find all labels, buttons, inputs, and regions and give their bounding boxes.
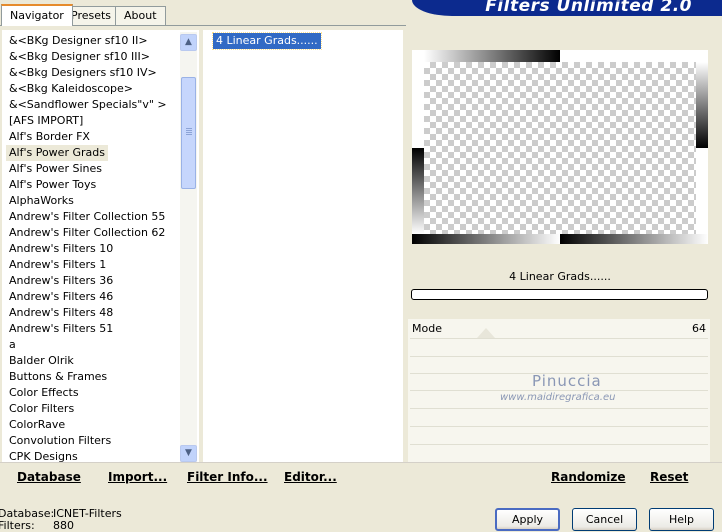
category-item[interactable]: ColorRave	[6, 417, 68, 433]
category-item[interactable]: AlphaWorks	[6, 193, 77, 209]
category-item[interactable]: Balder Olrik	[6, 353, 77, 369]
category-item[interactable]: Andrew's Filters 51	[6, 321, 116, 337]
category-item[interactable]: &<Sandflower Specials"v" >	[6, 97, 170, 113]
slider-thumb-icon[interactable]	[477, 328, 495, 338]
reset-button[interactable]: Reset	[650, 470, 688, 484]
category-item[interactable]: Andrew's Filters 36	[6, 273, 116, 289]
cancel-button[interactable]: Cancel	[572, 508, 637, 531]
category-item[interactable]: &<Bkg Designer sf10 III>	[6, 49, 153, 65]
scroll-down-icon[interactable]: ▼	[180, 445, 197, 462]
import-button[interactable]: Import...	[108, 470, 167, 484]
tab-navigator[interactable]: Navigator	[1, 4, 73, 26]
category-scrollbar[interactable]: ▲ ▼	[180, 32, 197, 462]
category-item[interactable]: Convolution Filters	[6, 433, 114, 449]
scroll-up-icon[interactable]: ▲	[180, 34, 197, 51]
category-item[interactable]: Andrew's Filter Collection 55	[6, 209, 168, 225]
gradient-right	[696, 62, 708, 148]
category-item[interactable]: Andrew's Filters 48	[6, 305, 116, 321]
gradient-right-lower	[696, 148, 708, 234]
randomize-button[interactable]: Randomize	[551, 470, 625, 484]
gradient-bottom-right	[560, 234, 708, 244]
category-item[interactable]: Andrew's Filters 1	[6, 257, 109, 273]
gradient-bottom-left	[412, 234, 560, 244]
selected-filter-name: 4 Linear Grads......	[509, 270, 611, 283]
category-item[interactable]: a	[6, 337, 19, 353]
category-item[interactable]: Buttons & Frames	[6, 369, 110, 385]
help-button[interactable]: Help	[649, 508, 714, 531]
category-item[interactable]: Andrew's Filters 46	[6, 289, 116, 305]
gradient-left-lower	[412, 148, 424, 234]
app-title: Filters Unlimited 2.0	[485, 0, 692, 16]
category-list[interactable]: &<BKg Designer sf10 II> &<Bkg Designer sf…	[2, 30, 199, 464]
category-item[interactable]: Color Filters	[6, 401, 77, 417]
filters-value: 880	[53, 519, 74, 532]
category-item[interactable]: Andrew's Filters 10	[6, 241, 116, 257]
scroll-thumb[interactable]	[181, 77, 196, 189]
category-item[interactable]: Alf's Power Grads	[6, 145, 108, 161]
database-button[interactable]: Database	[17, 470, 81, 484]
preview-image	[424, 62, 696, 234]
gradient-top-right	[560, 50, 696, 62]
tab-about[interactable]: About	[115, 6, 166, 25]
filter-list[interactable]: 4 Linear Grads......	[203, 30, 403, 464]
gradient-top	[424, 50, 560, 62]
gradient-left	[412, 62, 424, 148]
category-item[interactable]: Alf's Power Toys	[6, 177, 99, 193]
category-item[interactable]: Alf's Power Sines	[6, 161, 105, 177]
category-item[interactable]: [AFS IMPORT]	[6, 113, 86, 129]
title-banner: Filters Unlimited 2.0	[412, 0, 722, 16]
param-value: 64	[692, 322, 706, 335]
progress-bar	[411, 289, 708, 300]
list-divider	[403, 30, 407, 464]
category-item[interactable]: &<Bkg Kaleidoscope>	[6, 81, 136, 97]
filter-info-button[interactable]: Filter Info...	[187, 470, 268, 484]
editor-button[interactable]: Editor...	[284, 470, 337, 484]
apply-button[interactable]: Apply	[495, 508, 560, 531]
param-label: Mode	[412, 322, 442, 335]
filter-item[interactable]: 4 Linear Grads......	[212, 32, 322, 50]
category-item[interactable]: Andrew's Filter Collection 62	[6, 225, 168, 241]
filters-label: Filters:	[0, 519, 35, 532]
category-item[interactable]: &<Bkg Designers sf10 IV>	[6, 65, 160, 81]
category-item[interactable]: Color Effects	[6, 385, 82, 401]
watermark-url: www.maidiregrafica.eu	[500, 392, 616, 403]
category-item[interactable]: Alf's Border FX	[6, 129, 93, 145]
watermark-name: Pinuccia	[532, 372, 602, 390]
category-item[interactable]: &<BKg Designer sf10 II>	[6, 33, 151, 49]
